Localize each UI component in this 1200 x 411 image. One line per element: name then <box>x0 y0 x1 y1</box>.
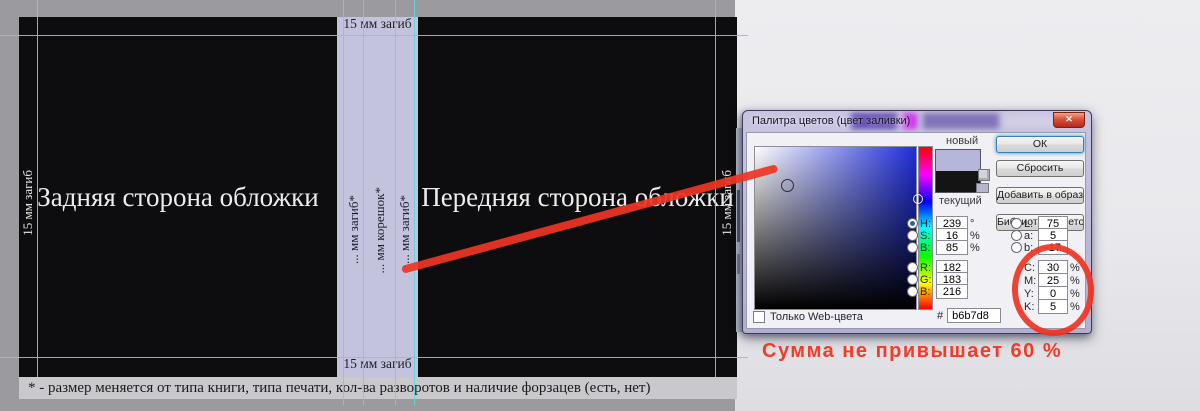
guide-vertical-spine-2[interactable] <box>363 0 364 405</box>
guide-vertical-left[interactable] <box>37 0 38 377</box>
spine-width-label: ... мм корешок* <box>371 105 388 355</box>
current-label: текущий <box>939 195 982 207</box>
web-only-label: Только Web-цвета <box>770 311 863 323</box>
web-only-row: Только Web-цвета <box>753 309 863 324</box>
guide-vertical-spine-1[interactable] <box>343 0 344 405</box>
b2-input[interactable] <box>936 284 968 299</box>
spine-fold-right-label: ... мм загиб* <box>396 105 413 355</box>
field-row-b: B: % <box>907 240 980 255</box>
hex-label: # <box>937 310 943 322</box>
guide-vertical-spine-4[interactable] <box>414 0 415 405</box>
field-row-b2: B: <box>907 284 970 299</box>
hex-row: # <box>937 308 1003 323</box>
web-only-checkbox[interactable] <box>753 311 765 323</box>
dialog-titlebar[interactable]: Палитра цветов (цвет заливки) <box>743 111 1091 132</box>
background-scrollbar-thumb[interactable] <box>737 190 740 242</box>
ok-button[interactable]: ОК <box>996 136 1084 153</box>
back-cover-panel: Задняя сторона обложки <box>19 17 337 377</box>
left-fold-label: 15 мм загиб <box>20 118 36 288</box>
gamut-warning-icon[interactable] <box>978 169 990 181</box>
color-field[interactable] <box>754 146 917 310</box>
gamut-swatch[interactable] <box>976 183 989 193</box>
right-fold-label: 15 мм загиб <box>719 118 735 288</box>
guide-vertical-spine-3[interactable] <box>395 0 396 405</box>
spine-width-text: ... мм корешок* <box>372 187 388 273</box>
front-cover-panel: Передняя сторона обложки <box>418 17 737 377</box>
b-unit: % <box>970 242 980 254</box>
radio-b2[interactable] <box>907 286 918 297</box>
guide-horizontal-top[interactable] <box>0 35 748 36</box>
hex-input[interactable] <box>947 308 1001 323</box>
add-to-swatches-button[interactable]: Добавить в образцы <box>996 187 1084 204</box>
current-color-swatch <box>936 171 980 192</box>
left-fold-label-text: 15 мм загиб <box>20 170 36 236</box>
b2-label: B: <box>920 286 935 298</box>
radio-lab-b[interactable] <box>1011 242 1022 253</box>
titlebar-glass-blob <box>923 113 999 129</box>
radio-b[interactable] <box>907 242 918 253</box>
dialog-title: Палитра цветов (цвет заливки) <box>752 115 910 127</box>
annotation-note: Сумма не привышает 60 % <box>762 340 1062 363</box>
hue-slider-marker[interactable] <box>913 194 923 204</box>
spine-fold-left-text: ... мм загиб* <box>346 195 362 264</box>
back-cover-label: Задняя сторона обложки <box>37 182 318 213</box>
spine-fold-label-bottom: 15 мм загиб <box>337 356 418 372</box>
spine-fold-label-top: 15 мм загиб <box>337 16 418 32</box>
close-icon[interactable]: ✕ <box>1053 112 1085 128</box>
footnote-text: * - размер меняется от типа книги, типа … <box>28 380 650 396</box>
new-color-swatch <box>936 150 980 171</box>
guide-horizontal-bottom[interactable] <box>0 357 748 358</box>
workspace: Задняя сторона обложки Передняя сторона … <box>0 0 1200 411</box>
spine-fold-right-text: ... мм загиб* <box>397 195 413 264</box>
footnote-bar: * - размер меняется от типа книги, типа … <box>19 377 737 399</box>
color-field-marker[interactable] <box>781 179 794 192</box>
spine-fold-left-label: ... мм загиб* <box>345 105 362 355</box>
b-input[interactable] <box>936 240 968 255</box>
swatch-compare <box>935 149 981 193</box>
b-label: B: <box>920 242 935 254</box>
front-cover-label: Передняя сторона обложки <box>421 182 734 213</box>
background-scrollbar-mark <box>737 254 740 274</box>
new-label: новый <box>946 135 978 147</box>
reset-button[interactable]: Сбросить <box>996 160 1084 177</box>
